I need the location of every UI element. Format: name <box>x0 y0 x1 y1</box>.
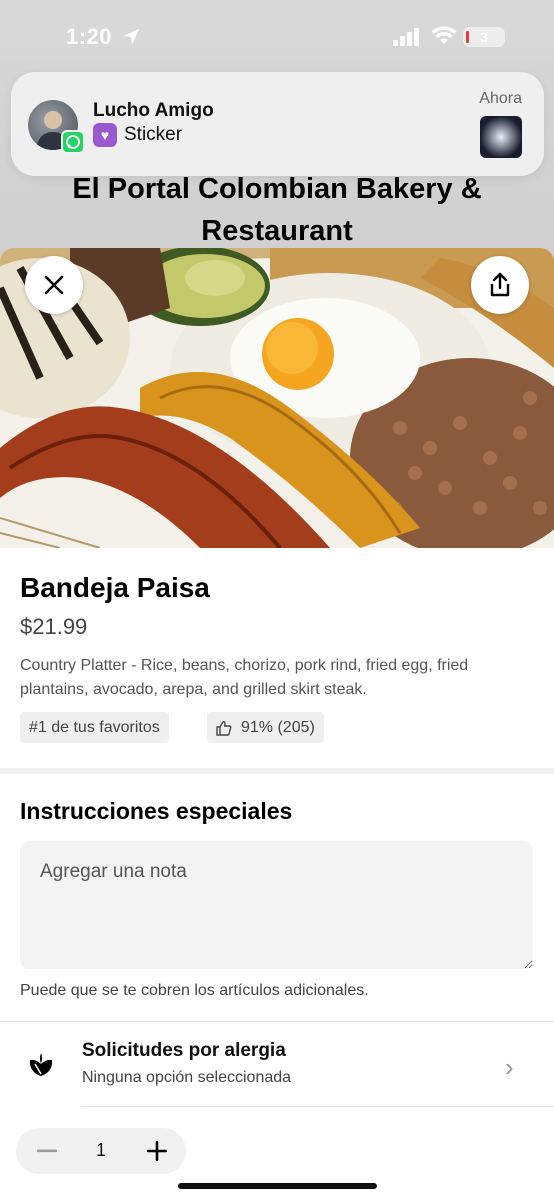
whatsapp-icon <box>61 130 85 154</box>
wifi-icon <box>431 26 457 44</box>
battery-level: 3 <box>480 29 488 45</box>
close-button[interactable] <box>25 256 83 314</box>
chevron-right-icon: › <box>505 1052 514 1082</box>
item-price: $21.99 <box>20 614 88 639</box>
special-instructions-title: Instrucciones especiales <box>20 798 293 824</box>
rating-label: 91% (205) <box>241 718 315 736</box>
notification-body: Sticker <box>124 124 183 145</box>
close-icon <box>44 275 64 295</box>
favorite-badge-label: #1 de tus favoritos <box>29 718 160 736</box>
note-hint: Puede que se te cobren los artículos adi… <box>20 982 369 999</box>
location-arrow-icon <box>122 28 140 46</box>
notification-banner[interactable]: Lucho Amigo ♥ Sticker Ahora <box>11 72 544 176</box>
allergy-leaf-icon <box>29 1053 53 1076</box>
cellular-signal-icon <box>393 28 419 46</box>
allergy-requests-row[interactable]: Solicitudes por alergia Ninguna opción s… <box>0 1022 554 1108</box>
allergy-subtitle: Ninguna opción seleccionada <box>82 1069 292 1086</box>
share-button[interactable] <box>471 256 529 314</box>
status-bar: 1:20 3 <box>0 0 554 70</box>
share-icon <box>490 272 510 297</box>
favorite-badge: #1 de tus favoritos <box>20 712 169 743</box>
notification-time: Ahora <box>479 90 522 107</box>
quantity-stepper: 1 <box>16 1128 186 1174</box>
food-plate-image <box>0 248 554 548</box>
divider <box>82 1106 554 1107</box>
home-indicator <box>178 1183 377 1189</box>
item-description: Country Platter - Rice, beans, chorizo, … <box>20 657 469 698</box>
item-photo <box>0 248 554 548</box>
restaurant-name: El Portal Colombian Bakery & Restaurant <box>72 173 482 247</box>
item-name: Bandeja Paisa <box>20 572 210 603</box>
status-time: 1:20 <box>66 24 113 49</box>
increase-quantity-button[interactable] <box>140 1134 174 1168</box>
quantity-value: 1 <box>95 1140 106 1160</box>
plus-icon <box>147 1141 167 1161</box>
thumbs-up-icon <box>216 720 232 736</box>
sticker-thumbnail <box>480 116 522 158</box>
battery-indicator: 3 <box>463 27 505 47</box>
section-divider <box>0 768 554 774</box>
rating-badge: 91% (205) <box>207 712 324 743</box>
decrease-quantity-button[interactable] <box>30 1134 64 1168</box>
notification-sender: Lucho Amigo <box>93 100 214 121</box>
allergy-title: Solicitudes por alergia <box>82 1040 286 1061</box>
minus-icon <box>37 1149 57 1153</box>
heart-sticker-icon: ♥ <box>93 123 117 147</box>
note-input[interactable] <box>20 841 533 969</box>
